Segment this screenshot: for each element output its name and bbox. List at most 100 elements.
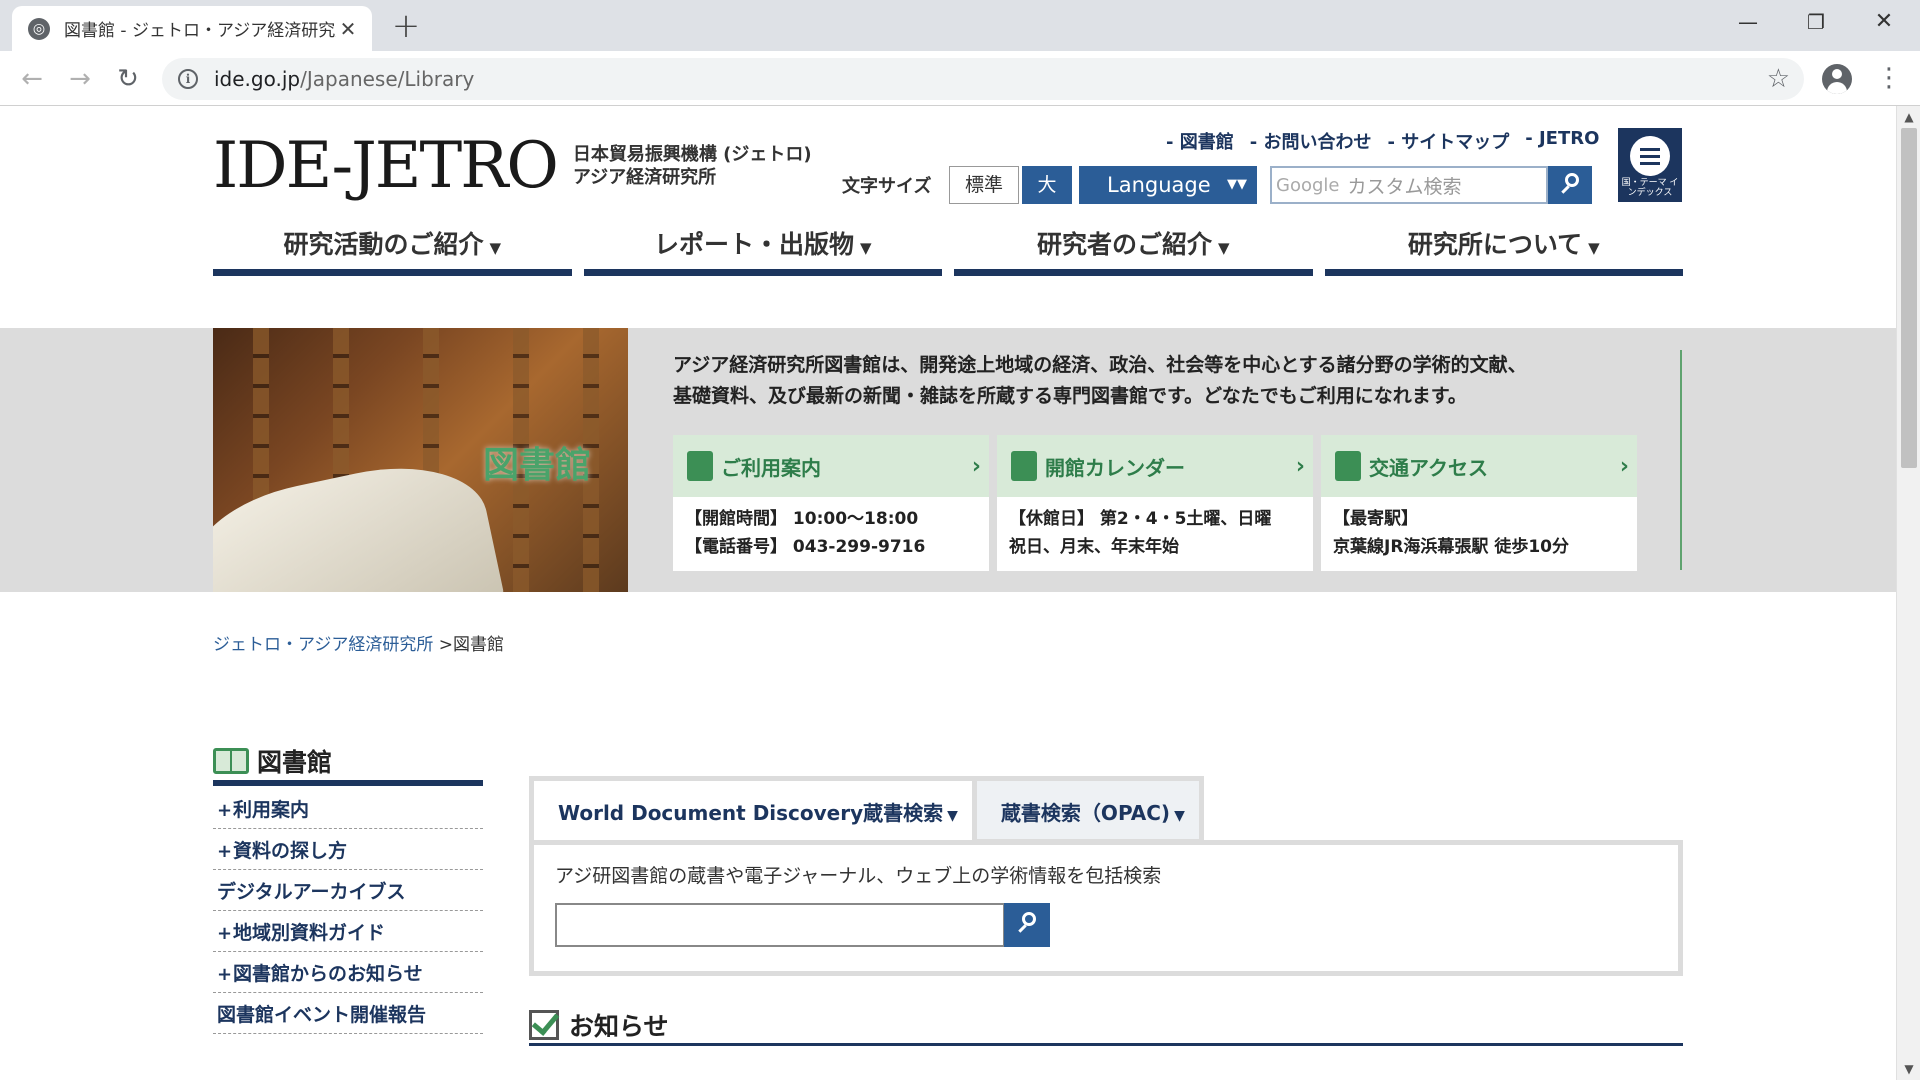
new-tab-button[interactable]: + — [388, 8, 424, 44]
sidebar-item-label: 利用案内 — [233, 799, 310, 821]
sidebar-item-label: 図書館からのお知らせ — [233, 963, 423, 985]
card-line: 祝日、月末、年末年始 — [1009, 537, 1179, 557]
dropdown-triangle-icon: ▼ — [1217, 239, 1230, 257]
sidebar-title: 図書館 — [213, 742, 483, 786]
profile-avatar-icon[interactable] — [1822, 64, 1852, 94]
info-cards: ご利用案内 › 【開館時間】 10:00～18:00 【電話番号】 043-299-… — [673, 435, 1637, 571]
catalog-search-panel: アジ研図書館の蔵書や電子ジャーナル、ウェブ上の学術情報を包括検索 — [529, 840, 1683, 976]
catalog-search-tabs: World Document Discovery蔵書検索 ▼ 蔵書検索（OPAC)… — [529, 776, 1204, 844]
browser-tab[interactable]: ◎ 図書館 - ジェトロ・アジア経済研究所 ✕ — [12, 6, 372, 51]
nav-about-institute[interactable]: 研究所について ▼ — [1324, 216, 1683, 276]
nav-research-activities[interactable]: 研究活動のご紹介 ▼ — [213, 216, 572, 276]
url-path: /Japanese/Library — [300, 67, 475, 91]
catalog-search-button[interactable] — [1004, 903, 1050, 947]
globe-icon: ◎ — [28, 17, 50, 40]
ide-jetro-logo[interactable]: IDE-JETRO 日本貿易振興機構 (ジェトロ) アジア経済研究所 — [213, 131, 812, 201]
index-label: 国・テーマ インデックス — [1621, 178, 1679, 198]
browser-menu-icon[interactable]: ⋮ — [1876, 63, 1902, 93]
maximize-button[interactable]: ❐ — [1788, 4, 1844, 40]
tab-label: World Document Discovery蔵書検索 — [558, 801, 944, 825]
nav-label: 研究者のご紹介 — [1036, 230, 1212, 259]
bookmark-star-icon[interactable]: ☆ — [1767, 64, 1790, 94]
plus-icon: + — [217, 923, 233, 944]
scrollbar-thumb[interactable] — [1901, 128, 1917, 468]
card-usage-guide[interactable]: ご利用案内 › 【開館時間】 10:00～18:00 【電話番号】 043-299-… — [673, 435, 989, 571]
google-watermark: Google — [1276, 174, 1340, 196]
tab-opac[interactable]: 蔵書検索（OPAC) ▼ — [976, 776, 1204, 844]
link-sitemap[interactable]: - サイトマップ — [1388, 128, 1510, 154]
hero-image-label: 図書館 — [483, 445, 592, 486]
card-title: ご利用案内 — [721, 455, 821, 480]
country-theme-index-button[interactable]: 国・テーマ インデックス — [1618, 128, 1682, 202]
card-line: 京葉線JR海浜幕張駅 徒歩10分 — [1333, 537, 1569, 557]
dropdown-triangle-icon: ▼ — [489, 239, 502, 257]
nav-researchers[interactable]: 研究者のご紹介 ▼ — [954, 216, 1313, 276]
dropdown-triangle-icon: ▼ — [1588, 239, 1600, 257]
site-search-button[interactable] — [1548, 166, 1592, 204]
plus-icon: + — [217, 964, 233, 985]
breadcrumb-home-link[interactable]: ジェトロ・アジア経済研究所 — [213, 635, 433, 655]
sidebar-item-label: 資料の探し方 — [233, 840, 348, 862]
browser-toolbar: ← → ↻ i ide.go.jp /Japanese/Library ☆ ⋮ — [0, 51, 1920, 106]
sidebar-item-digital-archives[interactable]: デジタルアーカイブス — [213, 870, 483, 911]
sidebar-item-label: デジタルアーカイブス — [217, 881, 406, 903]
info-icon[interactable]: i — [178, 69, 198, 89]
search-icon — [1565, 173, 1579, 187]
logo-subtitle-line2: アジア経済研究所 — [572, 167, 717, 188]
sidebar-item-how-to-search[interactable]: +資料の探し方 — [213, 829, 483, 870]
sidebar-item-label: 地域別資料ガイド — [233, 922, 386, 944]
scroll-down-arrow-icon[interactable]: ▼ — [1897, 1062, 1920, 1076]
dropdown-triangle-icon: ▼ — [859, 239, 872, 257]
language-label: Language — [1107, 173, 1211, 197]
sidebar-item-event-reports[interactable]: 図書館イベント開催報告 — [213, 993, 483, 1034]
library-description-line2: 基礎資料、及び最新の新聞・雑誌を所蔵する専門図書館です。どなたでもご利用になれま… — [673, 385, 1467, 407]
font-size-label: 文字サイズ — [842, 176, 932, 197]
address-bar[interactable]: i ide.go.jp /Japanese/Library ☆ — [162, 58, 1804, 100]
page-scrollbar[interactable]: ▲ ▼ — [1896, 106, 1920, 1080]
chevron-down-icon: ▼▼ — [1227, 177, 1247, 192]
language-dropdown[interactable]: Language ▼▼ — [1079, 166, 1257, 204]
link-contact[interactable]: - お問い合わせ — [1250, 128, 1372, 154]
back-arrow-icon[interactable]: ← — [14, 61, 50, 97]
logo-subtitle-line1: 日本貿易振興機構 (ジェトロ) — [572, 144, 812, 165]
chevron-right-icon: › — [1619, 453, 1629, 479]
library-hero-image: 図書館 — [213, 328, 628, 592]
news-title-text: お知らせ — [569, 1011, 669, 1041]
card-calendar[interactable]: 開館カレンダー › 【休館日】 第2・4・5土曜、日曜 祝日、月末、年末年始 — [997, 435, 1313, 571]
minimize-button[interactable]: — — [1720, 4, 1776, 40]
card-title: 交通アクセス — [1369, 455, 1488, 480]
link-library[interactable]: - 図書館 — [1166, 128, 1234, 154]
forward-arrow-icon[interactable]: → — [62, 61, 98, 97]
browser-tabbar: ◎ 図書館 - ジェトロ・アジア経済研究所 ✕ + — ❐ ✕ — [0, 0, 1920, 51]
checkbox-check-icon — [529, 1009, 559, 1040]
sidebar-item-library-news[interactable]: +図書館からのお知らせ — [213, 952, 483, 993]
url-host: ide.go.jp — [214, 67, 301, 91]
sidebar-item-usage[interactable]: +利用案内 — [213, 788, 483, 829]
menu-icon — [1630, 136, 1670, 176]
reload-icon[interactable]: ↻ — [110, 61, 146, 97]
scroll-up-arrow-icon[interactable]: ▲ — [1897, 110, 1920, 124]
card-access[interactable]: 交通アクセス › 【最寄駅】 京葉線JR海浜幕張駅 徒歩10分 — [1321, 435, 1637, 571]
card-line: 【開館時間】 10:00～18:00 — [685, 509, 919, 529]
card-title: 開館カレンダー — [1045, 455, 1185, 480]
plus-icon: + — [217, 800, 233, 821]
card-line: 【休館日】 第2・4・5土曜、日曜 — [1009, 509, 1272, 529]
chevron-right-icon: › — [1295, 453, 1305, 479]
search-description: アジ研図書館の蔵書や電子ジャーナル、ウェブ上の学術情報を包括検索 — [555, 865, 1162, 887]
catalog-search-input[interactable] — [555, 903, 1005, 947]
close-tab-icon[interactable]: ✕ — [336, 17, 360, 41]
tab-world-document-discovery[interactable]: World Document Discovery蔵書検索 ▼ — [529, 776, 977, 844]
nav-reports-publications[interactable]: レポート・出版物 ▼ — [583, 216, 942, 276]
font-size-large-button[interactable]: 大 — [1022, 166, 1072, 204]
sidebar-item-regional-guide[interactable]: +地域別資料ガイド — [213, 911, 483, 952]
chevron-right-icon: › — [971, 453, 981, 479]
nav-label: 研究活動のご紹介 — [283, 230, 484, 259]
link-jetro[interactable]: - JETRO — [1525, 128, 1599, 154]
plus-icon: + — [217, 841, 233, 862]
close-window-button[interactable]: ✕ — [1856, 4, 1912, 40]
font-size-standard-button[interactable]: 標準 — [949, 166, 1019, 204]
open-book-icon — [213, 748, 249, 774]
library-hero-band: 図書館 アジア経済研究所図書館は、開発途上地域の経済、政治、社会等を中心とする諸… — [0, 328, 1896, 592]
sidebar-item-label: 図書館イベント開催報告 — [217, 1004, 427, 1026]
site-search-input[interactable]: Google カスタム検索 — [1270, 166, 1548, 204]
